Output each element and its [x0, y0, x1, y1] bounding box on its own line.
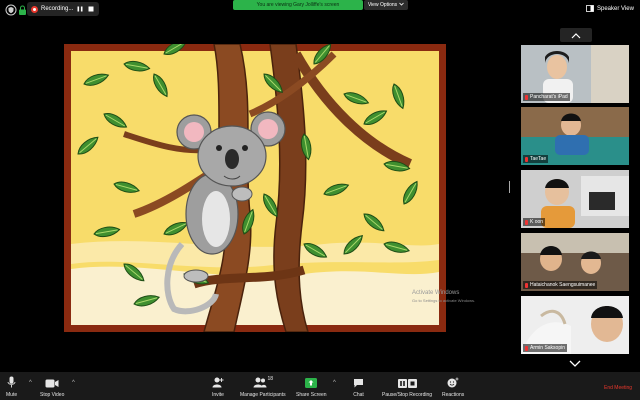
reactions-label: Reactions [442, 392, 465, 398]
chevron-down-icon [569, 354, 581, 372]
participant-tile-1[interactable]: Pancharat's iPad [521, 45, 629, 103]
video-options-chevron-icon[interactable]: ^ [72, 380, 75, 386]
manage-participants-button[interactable]: 18 Manage Participants [240, 376, 286, 398]
activate-windows-watermark: Activate Windows Go to Settings to activ… [412, 290, 475, 304]
recording-dot-icon [31, 5, 38, 13]
chat-bubble-icon [353, 376, 364, 388]
participant-name-tag: TaeTae [523, 155, 549, 163]
participant-name-tag: Armin Saksopin [523, 344, 568, 352]
mute-label: Mute [6, 392, 18, 398]
speaker-view-label: Speaker View [597, 6, 634, 12]
share-screen-icon [305, 376, 318, 388]
chevron-up-icon [571, 26, 581, 44]
participant-name: TaeTae [530, 156, 547, 162]
muted-mic-icon [525, 282, 528, 288]
share-screen-label: Share Screen [296, 392, 327, 398]
recording-controls-icon [397, 376, 417, 388]
audio-options-chevron-icon[interactable]: ^ [29, 380, 32, 386]
speaker-view-grid-icon [586, 4, 594, 14]
participant-tile-3[interactable]: K oon [521, 170, 629, 228]
participants-count: 18 [267, 376, 274, 382]
video-camera-icon [45, 376, 59, 388]
view-options-button[interactable]: View Options [364, 0, 408, 10]
pause-stop-recording-button[interactable]: Pause/Stop Recording [382, 376, 432, 398]
top-bar: Recording... You are viewing Gary Jollif… [0, 0, 640, 18]
manage-participants-label: Manage Participants [240, 392, 286, 398]
gallery-scroll-up-button[interactable] [560, 28, 592, 42]
participant-name: K oon [530, 219, 544, 225]
muted-mic-icon [525, 94, 528, 100]
panel-resize-handle[interactable] [509, 181, 510, 193]
stop-recording-icon[interactable] [87, 5, 95, 13]
viewing-screen-banner: You are viewing Gary Jolliffe's screen [233, 0, 363, 10]
participant-tile-2[interactable]: TaeTae [521, 107, 629, 165]
chevron-down-icon [399, 2, 404, 8]
share-screen-button[interactable]: Share Screen [296, 376, 327, 398]
participant-name-tag: Hataichanok Saengsuimanee [523, 281, 598, 289]
recording-indicator: Recording... [27, 2, 99, 16]
stop-video-button[interactable]: Stop Video [40, 376, 64, 398]
watermark-subtitle: Go to Settings to activate Windows. [412, 298, 476, 303]
pause-recording-icon[interactable] [76, 5, 84, 13]
invite-label: Invite [212, 392, 224, 398]
reactions-button[interactable]: Reactions [442, 376, 464, 398]
chat-label: Chat [353, 392, 364, 398]
koala-illustration [64, 44, 446, 332]
mute-button[interactable]: Mute [6, 376, 17, 398]
participant-name-tag: Pancharat's iPad [523, 93, 570, 101]
participant-name: Pancharat's iPad [530, 94, 568, 100]
participant-name: Armin Saksopin [530, 345, 566, 351]
muted-mic-icon [525, 156, 528, 162]
pause-icon [397, 379, 407, 388]
participant-tile-4[interactable]: Hataichanok Saengsuimanee [521, 233, 629, 291]
security-shield-icon[interactable] [5, 3, 17, 16]
participants-icon-group: 18 [253, 376, 274, 388]
microphone-icon [7, 376, 16, 388]
gallery-scroll-down-button[interactable] [566, 358, 584, 368]
meeting-toolbar: Mute ^ Stop Video ^ Invite 18 Manage Par… [0, 372, 640, 400]
participant-name-tag: K oon [523, 218, 546, 226]
smiley-plus-icon [447, 376, 459, 388]
muted-mic-icon [525, 345, 528, 351]
participant-name: Hataichanok Saengsuimanee [530, 282, 596, 288]
view-options-label: View Options [367, 2, 398, 8]
add-person-icon [212, 376, 224, 388]
muted-mic-icon [525, 219, 528, 225]
stop-icon [407, 379, 417, 388]
viewing-screen-text: You are viewing Gary Jolliffe's screen [256, 2, 340, 8]
share-options-chevron-icon[interactable]: ^ [333, 380, 336, 386]
stop-video-label: Stop Video [40, 392, 65, 398]
speaker-view-button[interactable]: Speaker View [586, 3, 636, 15]
participant-tile-5[interactable]: Armin Saksopin [521, 296, 629, 354]
recording-label: Recording... [41, 6, 74, 12]
chat-button[interactable]: Chat [353, 376, 364, 398]
end-meeting-button[interactable]: End Meeting [604, 385, 632, 391]
encryption-lock-icon[interactable] [18, 3, 27, 15]
watermark-title: Activate Windows [412, 290, 460, 296]
shared-screen [64, 44, 446, 332]
invite-button[interactable]: Invite [212, 376, 224, 398]
pause-stop-recording-label: Pause/Stop Recording [382, 392, 433, 398]
participants-icon [253, 377, 267, 388]
